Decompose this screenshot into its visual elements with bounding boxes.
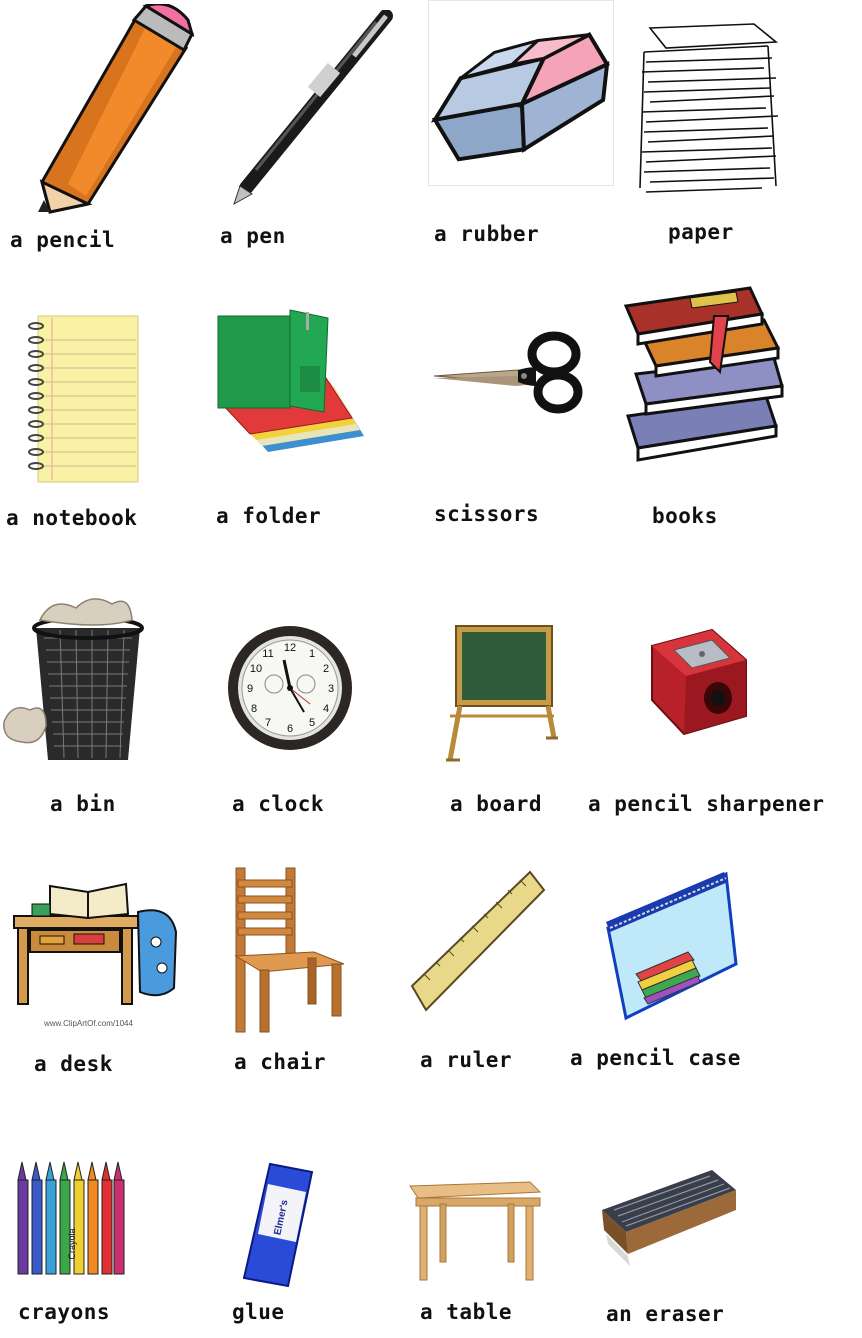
item-label-pencil-case: a pencil case [570,1046,741,1070]
rubber-image [428,0,614,186]
clock-numeral: 11 [262,648,273,660]
vocabulary-sheet: a pencil a pen a rubber paper a notebook… [0,0,862,1338]
clock-numeral: 9 [247,683,253,695]
scissors-image [432,326,588,422]
item-label-eraser: an eraser [606,1302,725,1326]
pencil-image [28,4,194,220]
item-label-scissors: scissors [434,502,540,526]
table-image [406,1178,542,1282]
clock-numeral: 8 [251,703,257,715]
clock-numeral: 10 [250,663,262,675]
item-label-notebook: a notebook [6,506,138,530]
item-label-ruler: a ruler [420,1048,513,1072]
eraser-image [600,1166,740,1278]
item-label-desk: a desk [34,1052,113,1076]
item-label-board: a board [450,792,543,816]
notebook-image [24,310,144,486]
books-image [616,276,794,466]
pen-image [226,10,396,206]
paper-image [636,18,786,206]
folder-image [216,306,366,452]
crayons-image: Crayola [14,1160,128,1278]
item-label-books: books [652,504,718,528]
desk-credit-text: www.ClipArtOf.com/1044 [43,1019,133,1028]
pencil-case-image [598,870,738,1022]
item-label-folder: a folder [216,504,322,528]
item-label-chair: a chair [234,1050,327,1074]
item-label-glue: glue [232,1300,285,1324]
item-label-bin: a bin [50,792,116,816]
bin-image [0,590,170,770]
desk-image: www.ClipArtOf.com/1044 [10,876,180,1032]
clock-image: 12 1 2 3 4 5 6 7 8 9 10 11 [226,620,356,756]
item-label-pencil-sharpener: a pencil sharpener [588,792,825,816]
clock-numeral: 6 [287,723,293,735]
clock-numeral: 4 [323,703,329,715]
clock-numeral: 12 [284,642,296,654]
crayon-brand-text: Crayola [67,1228,77,1259]
item-label-table: a table [420,1300,513,1324]
glue-image: Elmer's [240,1160,316,1290]
chair-image [232,864,348,1034]
board-image [446,620,560,766]
clock-numeral: 2 [323,663,329,675]
pencil-sharpener-image [646,624,750,738]
clock-numeral: 7 [265,717,271,729]
clock-numeral: 1 [309,648,315,660]
item-label-clock: a clock [232,792,325,816]
clock-numeral: 5 [309,717,315,729]
item-label-pencil: a pencil [10,228,116,252]
item-label-crayons: crayons [18,1300,111,1324]
ruler-image [408,868,548,1016]
item-label-rubber: a rubber [434,222,540,246]
item-label-pen: a pen [220,224,286,248]
clock-numeral: 3 [328,683,334,695]
item-label-paper: paper [668,220,734,244]
